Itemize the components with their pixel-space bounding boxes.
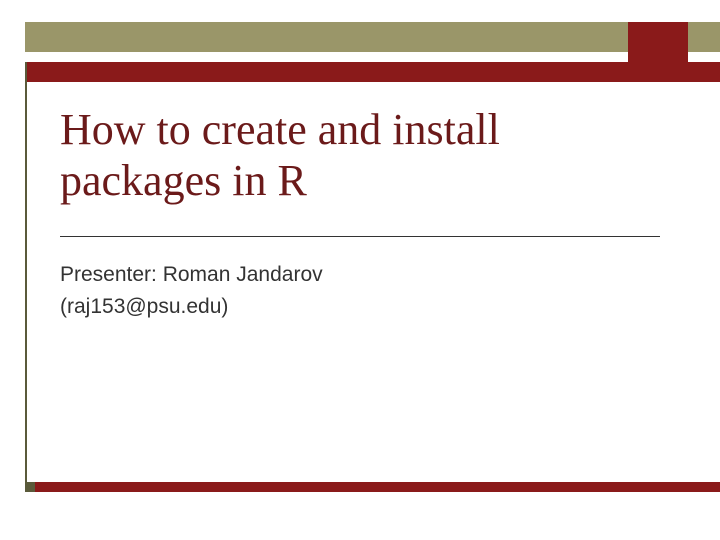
presenter-block: Presenter: Roman Jandarov (raj153@psu.ed… — [60, 259, 660, 322]
top-olive-bar — [25, 22, 720, 52]
presenter-email: (raj153@psu.edu) — [60, 291, 660, 323]
presenter-name: Presenter: Roman Jandarov — [60, 259, 660, 291]
bottom-accent-square — [25, 482, 35, 492]
top-maroon-bar — [25, 62, 720, 82]
slide-title: How to create and install packages in R — [60, 105, 660, 206]
content-area: How to create and install packages in R … — [60, 105, 660, 322]
corner-accent-square — [628, 22, 688, 82]
title-divider — [60, 236, 660, 237]
left-vertical-rule — [25, 62, 27, 492]
bottom-maroon-bar — [25, 482, 720, 492]
